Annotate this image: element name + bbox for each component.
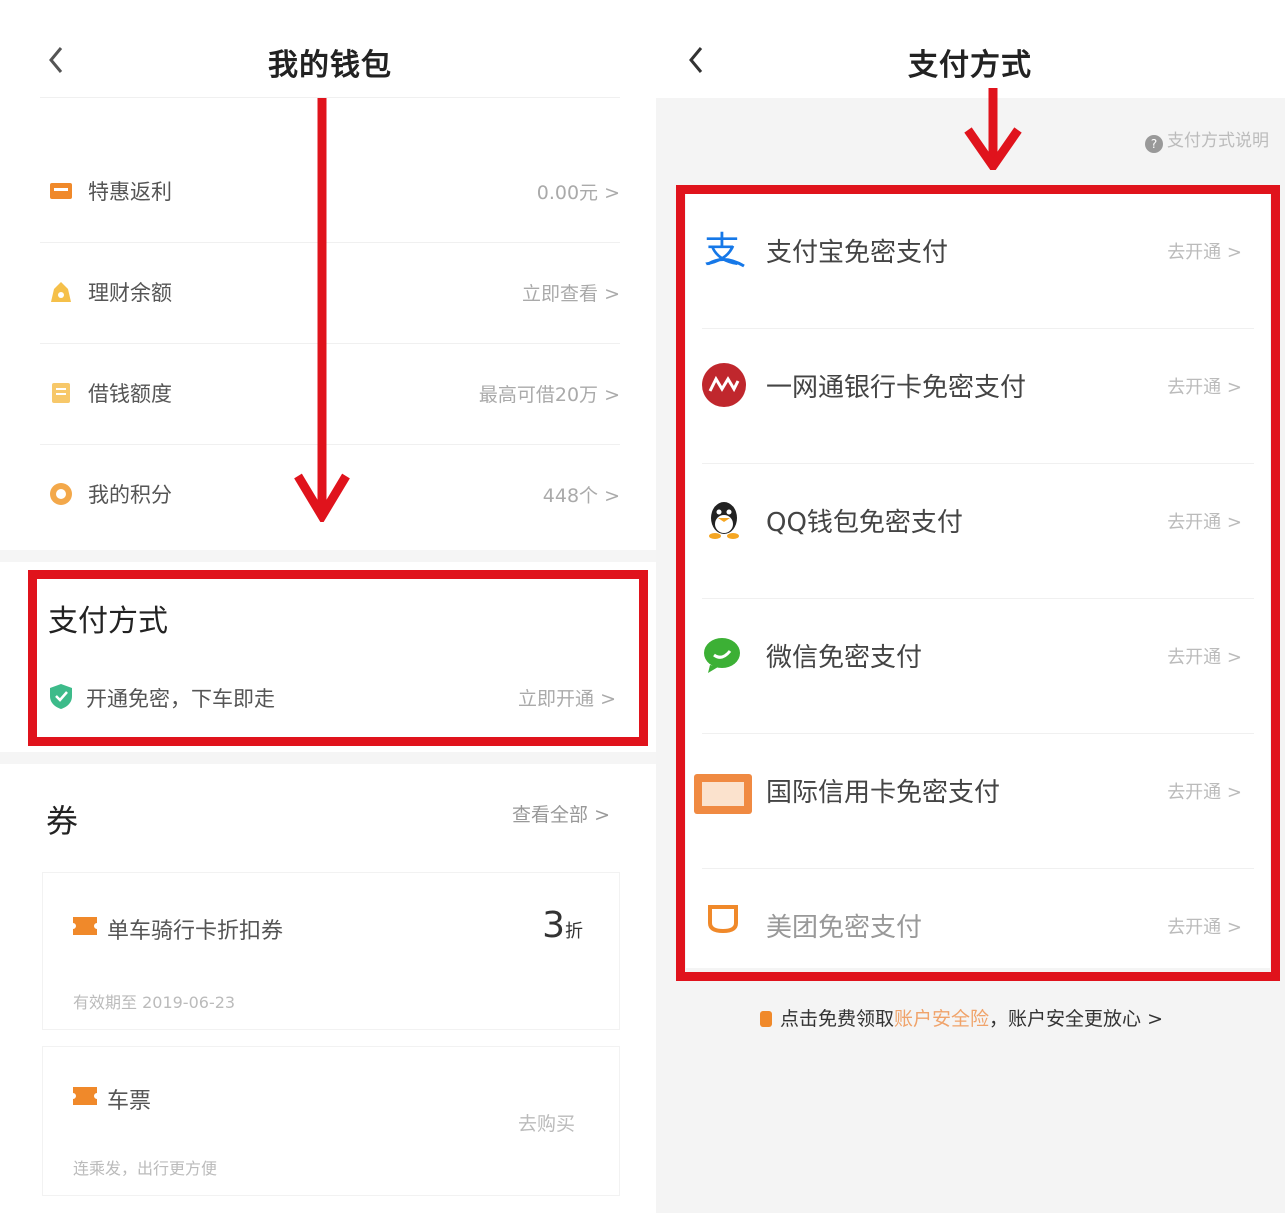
- loan-icon: [52, 383, 70, 403]
- coupon-name: 单车骑行卡折扣券: [107, 919, 284, 944]
- method-row-alipay[interactable]: 支 支付宝免密支付 去开通 >: [686, 194, 1270, 329]
- list-item: [40, 86, 620, 98]
- payment-navbar: 支付方式: [656, 0, 1285, 98]
- method-label: QQ钱包免密支付: [766, 508, 963, 538]
- method-label: 一网通银行卡免密支付: [766, 373, 1027, 403]
- ticket-icon: [73, 1087, 97, 1105]
- coupon-card-bike[interactable]: 单车骑行卡折扣券 3折 有效期至 2019-06-23: [42, 872, 620, 1030]
- shield-icon: [50, 684, 72, 709]
- method-row-cmb[interactable]: 一网通银行卡免密支付 去开通 >: [686, 329, 1270, 464]
- payment-method-title: 支付方式: [48, 604, 168, 639]
- page-title: 支付方式: [908, 48, 1032, 83]
- meituan-icon: [708, 905, 738, 934]
- coupon-expiry: 有效期至 2019-06-23: [73, 993, 236, 1012]
- alipay-icon: 支: [704, 230, 745, 271]
- row-label: 特惠返利: [88, 180, 172, 204]
- method-action[interactable]: 去开通 >: [1167, 778, 1242, 804]
- view-all-coupons-link[interactable]: 查看全部 >: [512, 800, 610, 827]
- payment-promo-text: 开通免密，下车即走: [86, 687, 275, 711]
- qq-icon: [709, 502, 739, 539]
- points-icon: [50, 483, 72, 505]
- buy-ticket-link[interactable]: 去购买: [518, 1109, 575, 1136]
- rebate-icon: [50, 183, 72, 199]
- row-value: 立即查看 >: [522, 283, 620, 305]
- payment-method-section[interactable]: [0, 566, 656, 752]
- payment-methods-list: 支 支付宝免密支付 去开通 > 一网通银行卡免密支付 去开通 > QQ钱包免密支…: [686, 194, 1270, 968]
- section-divider: [0, 550, 656, 562]
- method-row-wechat[interactable]: 微信免密支付 去开通 >: [686, 599, 1270, 734]
- payment-help-link[interactable]: ? 支付方式说明: [1145, 126, 1269, 153]
- coupon-desc: 连乘发，出行更方便: [73, 1159, 218, 1178]
- coupon-name: 车票: [107, 1089, 152, 1114]
- coupon-section-title: 券: [46, 802, 79, 840]
- cmb-icon: [702, 363, 746, 407]
- wallet-navbar: 我的钱包: [0, 0, 656, 98]
- finance-icon: [51, 282, 71, 302]
- account-insurance-promo[interactable]: 点击免费领取账户安全险，账户安全更放心 >: [760, 1004, 1163, 1031]
- row-value: 最高可借20万 >: [478, 384, 620, 406]
- row-value: 448个 >: [542, 485, 620, 507]
- wallet-screen: 我的钱包 特惠返利 0.00元 > 理财余额 立即查看 > 借钱额度 最高可借2…: [0, 0, 656, 1213]
- enable-now-link[interactable]: 立即开通 >: [518, 684, 616, 711]
- method-action[interactable]: 去开通 >: [1167, 238, 1242, 264]
- insurance-icon: [760, 1011, 772, 1027]
- credit-card-icon: [694, 774, 752, 814]
- method-action[interactable]: 去开通 >: [1167, 643, 1242, 669]
- method-action[interactable]: 去开通 >: [1167, 913, 1242, 939]
- row-value: 0.00元 >: [536, 182, 620, 204]
- coupon-discount: 3折: [542, 905, 583, 946]
- method-row-credit-card[interactable]: 国际信用卡免密支付 去开通 >: [686, 734, 1270, 869]
- coupon-card-ticket[interactable]: 车票 去购买 连乘发，出行更方便: [42, 1046, 620, 1196]
- wallet-row-finance[interactable]: 理财余额 立即查看 >: [40, 243, 620, 344]
- row-label: 借钱额度: [88, 382, 172, 406]
- method-label: 国际信用卡免密支付: [766, 778, 1001, 808]
- wechat-icon: [704, 638, 740, 673]
- row-label: 我的积分: [88, 483, 172, 507]
- page-title: 我的钱包: [268, 48, 392, 83]
- method-row-qq[interactable]: QQ钱包免密支付 去开通 >: [686, 464, 1270, 599]
- method-label: 支付宝免密支付: [766, 238, 949, 268]
- row-label: 理财余额: [88, 281, 172, 305]
- method-action[interactable]: 去开通 >: [1167, 373, 1242, 399]
- help-icon: ?: [1145, 135, 1163, 153]
- wallet-row-loan[interactable]: 借钱额度 最高可借20万 >: [40, 344, 620, 445]
- wallet-row-rebate[interactable]: 特惠返利 0.00元 >: [40, 142, 620, 243]
- method-row-meituan[interactable]: 美团免密支付 去开通 >: [686, 869, 1270, 968]
- back-icon[interactable]: [46, 42, 66, 78]
- method-label: 美团免密支付: [766, 913, 923, 943]
- back-icon[interactable]: [686, 42, 706, 78]
- section-divider: [0, 752, 656, 764]
- wallet-row-points[interactable]: 我的积分 448个 >: [40, 445, 620, 546]
- method-label: 微信免密支付: [766, 643, 923, 673]
- ticket-icon: [73, 917, 97, 935]
- method-action[interactable]: 去开通 >: [1167, 508, 1242, 534]
